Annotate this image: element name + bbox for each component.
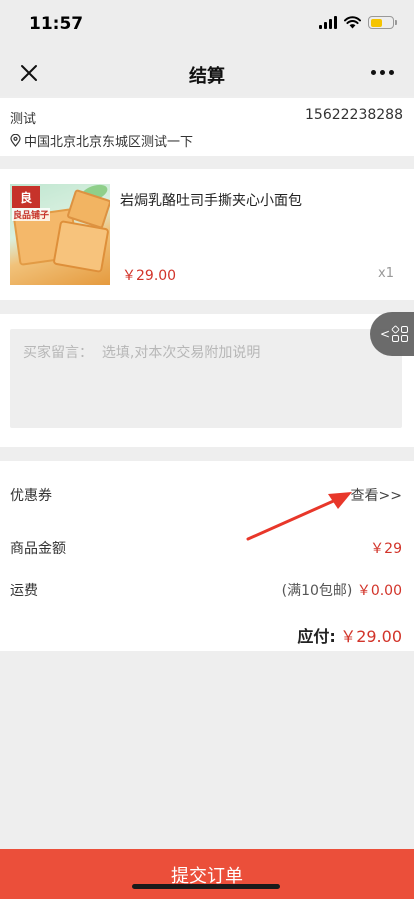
floating-menu-button[interactable]: < xyxy=(370,312,414,356)
home-indicator xyxy=(132,884,280,889)
brand-text: 良品铺子 xyxy=(12,208,51,221)
goods-amount-value: ￥29 xyxy=(370,541,402,557)
message-card xyxy=(0,314,414,447)
status-bar: 11:57 xyxy=(0,0,414,50)
recipient-phone: 15622238288 xyxy=(305,107,403,123)
battery-icon xyxy=(368,16,397,29)
coupon-label: 优惠券 xyxy=(10,488,52,504)
product-price: ￥29.00 xyxy=(122,268,177,284)
address-card[interactable]: 测试 15622238288 中国北京北京东城区测试一下 xyxy=(0,98,414,156)
address-line: 中国北京北京东城区测试一下 xyxy=(24,135,194,150)
annotation-arrow-icon xyxy=(246,492,352,541)
product-card: 良 良品铺子 岩焗乳酪吐司手撕夹心小面包 ￥29.00 x1 xyxy=(0,169,414,300)
payable-label: 应付: xyxy=(297,627,336,646)
status-time: 11:57 xyxy=(29,14,84,34)
brand-logo: 良 xyxy=(12,186,40,208)
wifi-icon xyxy=(344,16,361,29)
shipping-note: (满10包邮) xyxy=(281,583,353,599)
shipping-value: ￥0.00 xyxy=(356,583,402,599)
shipping-label: 运费 xyxy=(10,583,38,599)
location-pin-icon xyxy=(10,134,21,147)
payable-value: ￥29.00 xyxy=(340,627,402,646)
recipient-name: 测试 xyxy=(10,112,37,127)
product-title: 岩焗乳酪吐司手撕夹心小面包 xyxy=(120,193,302,209)
goods-amount-label: 商品金额 xyxy=(10,541,66,557)
chevron-left-icon: < xyxy=(379,327,391,341)
buyer-message-input[interactable] xyxy=(10,329,402,428)
product-image: 良 良品铺子 xyxy=(10,184,110,285)
signal-icon xyxy=(319,16,337,29)
grid-icon xyxy=(391,325,409,342)
page-title: 结算 xyxy=(189,66,225,87)
more-icon[interactable] xyxy=(371,70,394,75)
submit-order-button[interactable]: 提交订单 xyxy=(0,849,414,899)
product-quantity: x1 xyxy=(378,266,394,281)
nav-bar: 结算 xyxy=(0,50,414,96)
